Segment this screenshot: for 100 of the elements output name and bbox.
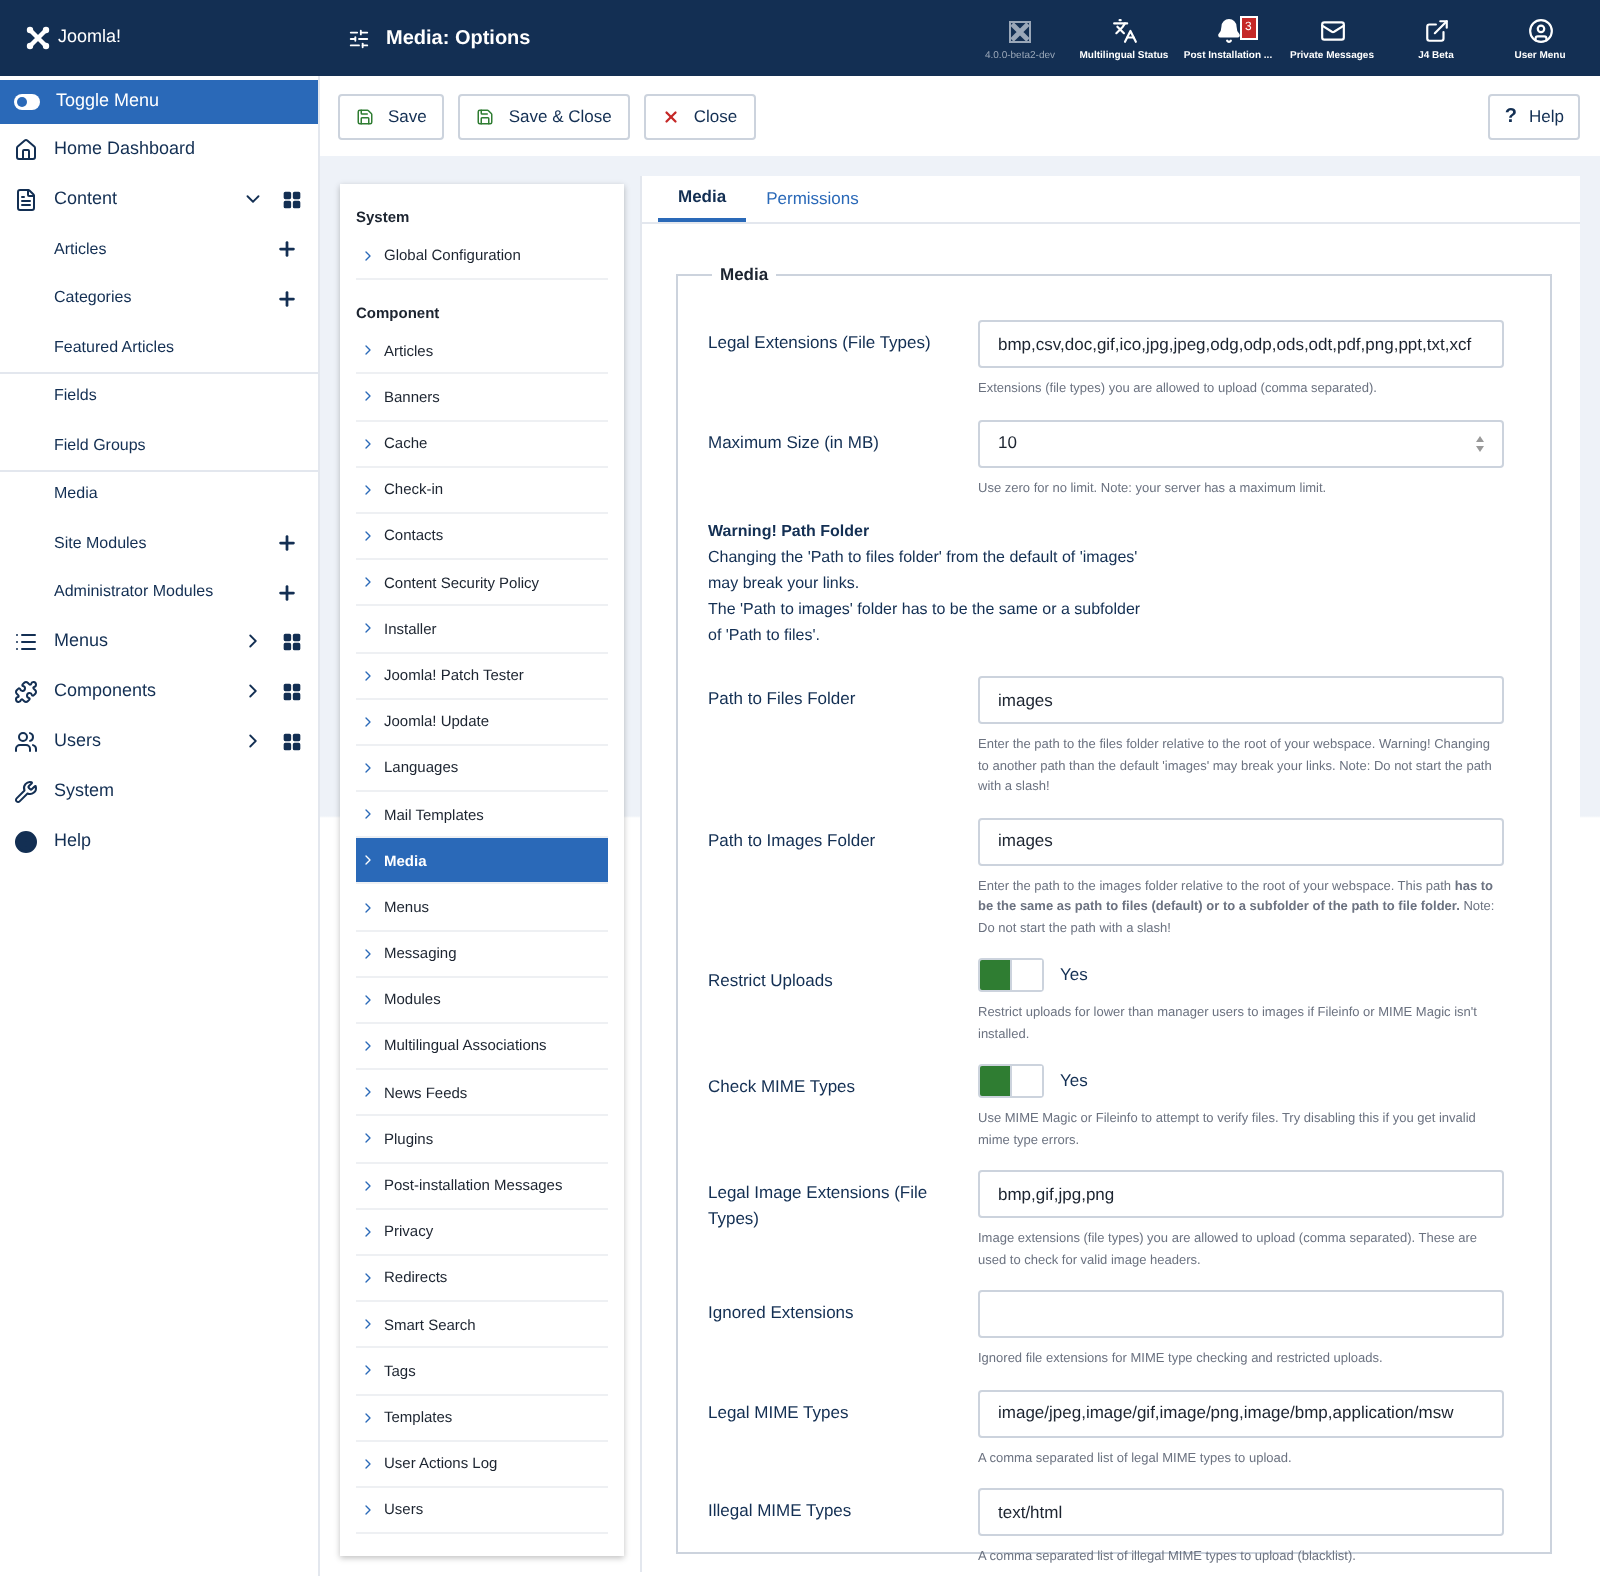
- chevron-right-icon: [360, 1455, 376, 1472]
- dashboard-icon[interactable]: [282, 731, 302, 751]
- sidebar-item[interactable]: Components: [0, 666, 318, 716]
- add-icon[interactable]: [276, 532, 298, 555]
- sidebar-item[interactable]: Home Dashboard: [0, 124, 318, 174]
- input-field[interactable]: images: [978, 817, 1504, 865]
- language-icon: [1111, 17, 1137, 43]
- field-label: Legal Extensions (File Types): [708, 330, 933, 356]
- options-icon: [348, 27, 370, 49]
- sidebar-subitem[interactable]: Articles: [0, 224, 318, 273]
- add-icon[interactable]: [276, 238, 298, 261]
- toolbar-button[interactable]: Save & Close: [458, 93, 630, 139]
- field-label: Path to Images Folder: [708, 827, 878, 854]
- users-icon: [14, 729, 38, 753]
- dashboard-icon[interactable]: [282, 681, 302, 701]
- toggle-switch[interactable]: [978, 1064, 1044, 1098]
- sidebar-item[interactable]: Menus: [0, 616, 318, 666]
- chevron-right-icon: [360, 1362, 376, 1379]
- sidebar-item[interactable]: Help: [0, 816, 318, 866]
- field-label: Restrict Uploads: [708, 968, 835, 994]
- wrench-icon: [14, 779, 38, 803]
- chevron-right-icon: [360, 1501, 376, 1518]
- chevron-right-icon: [360, 342, 376, 359]
- sidebar-subitem[interactable]: Categories: [0, 273, 318, 322]
- field-label: Legal Image Extensions (File Types): [708, 1180, 930, 1232]
- input-field[interactable]: text/html: [978, 1488, 1504, 1536]
- mail-icon: [1319, 17, 1345, 43]
- add-icon[interactable]: [276, 287, 298, 310]
- field-label: Legal MIME Types: [708, 1399, 851, 1426]
- toggle-knob[interactable]: [1010, 1066, 1042, 1096]
- bell-icon: [1215, 17, 1241, 43]
- logo-icon: [26, 26, 50, 50]
- input-field[interactable]: bmp,gif,jpg,png: [978, 1170, 1504, 1218]
- help-button[interactable]: ? Help: [1488, 93, 1580, 139]
- puzzle-icon: [14, 679, 38, 703]
- field-label: Maximum Size (in MB): [708, 429, 881, 456]
- chevron-right-icon: [360, 667, 376, 684]
- input-field[interactable]: bmp,csv,doc,gif,ico,jpg,jpeg,odg,odp,ods,odt,pdf,png,ppt,txt,xcf: [978, 320, 1504, 368]
- sidebar-subitem[interactable]: Site Modules: [0, 518, 318, 567]
- chevron-right-icon: [360, 481, 376, 498]
- sidebar-subitem[interactable]: Administrator Modules: [0, 567, 318, 616]
- chevron-right-icon: [360, 1270, 376, 1287]
- toggle-menu-item[interactable]: Toggle Menu: [0, 80, 318, 124]
- save-icon: [356, 107, 374, 125]
- sidebar-item[interactable]: Content: [0, 174, 318, 224]
- input-field[interactable]: image/jpeg,image/gif,image/png,image/bmp,application/msw: [978, 1389, 1504, 1437]
- toggle-value: Yes: [1060, 962, 1088, 988]
- toggle-value: Yes: [1060, 1068, 1088, 1094]
- add-icon[interactable]: [276, 581, 298, 604]
- toolbar-button[interactable]: Close: [643, 93, 756, 139]
- chevron-right-icon: [360, 1409, 376, 1426]
- fieldset-legend: Media: [712, 264, 777, 286]
- tab[interactable]: Permissions: [746, 176, 879, 222]
- chevron-right-icon: [360, 388, 376, 405]
- field-label: Illegal MIME Types: [708, 1498, 854, 1524]
- toggle-icon: [14, 94, 40, 110]
- chevron-right-icon: [360, 1130, 376, 1147]
- dashboard-icon[interactable]: [282, 189, 302, 209]
- sidebar-subitem[interactable]: Field Groups: [0, 420, 318, 469]
- warning-text: The 'Path to images' folder has to be the same or a subfolder: [708, 598, 1143, 622]
- chevron-right-icon: [360, 620, 376, 637]
- chevron-right-icon: [360, 1084, 376, 1101]
- chevron-right-icon: [360, 806, 376, 823]
- chevron-right-icon: [360, 1177, 376, 1194]
- chevron-right-icon: [360, 713, 376, 730]
- chevron-right-icon: [360, 991, 376, 1008]
- field-label: Path to Files Folder: [708, 686, 858, 712]
- chevron-right-icon: [360, 1223, 376, 1240]
- number-field[interactable]: 10: [978, 419, 1504, 467]
- toggle-switch[interactable]: [978, 958, 1044, 992]
- warning-text: may break your links.: [708, 572, 862, 596]
- field-label: Ignored Extensions: [708, 1300, 856, 1326]
- input-field[interactable]: images: [978, 676, 1504, 724]
- document-icon: [14, 187, 38, 211]
- logo-icon: [1008, 19, 1032, 43]
- toggle-knob[interactable]: [1010, 960, 1042, 990]
- dashboard-icon[interactable]: [282, 631, 302, 651]
- sidebar-subitem[interactable]: Media: [0, 469, 318, 518]
- sidebar-subitem[interactable]: Featured Articles: [0, 322, 318, 371]
- toolbar-button[interactable]: Save: [338, 93, 445, 139]
- page-title: Media: Options: [386, 25, 531, 53]
- chevron-right-icon: [360, 945, 376, 962]
- chevron-right-icon: [360, 759, 376, 776]
- user-icon: [1527, 17, 1553, 43]
- spinner-icon[interactable]: [1476, 435, 1484, 451]
- warning-title: Warning! Path Folder: [708, 520, 872, 544]
- sidebar-item[interactable]: Users: [0, 716, 318, 766]
- chevron-right-icon: [360, 1038, 376, 1055]
- chevron-right-icon: [360, 1316, 376, 1333]
- input-field[interactable]: [978, 1290, 1504, 1338]
- sidebar-subitem[interactable]: Fields: [0, 371, 318, 420]
- chevron-right-icon: [360, 852, 376, 869]
- logo-text: Joomla!: [58, 24, 122, 51]
- save-icon: [476, 107, 495, 125]
- chevron-right-icon: [360, 248, 376, 265]
- home-icon: [14, 137, 38, 161]
- warning-text: Changing the 'Path to files folder' from the default of 'images': [708, 546, 1140, 570]
- field-label: Check MIME Types: [708, 1074, 858, 1100]
- sidebar-item[interactable]: System: [0, 766, 318, 816]
- chevron-right-icon: [360, 528, 376, 545]
